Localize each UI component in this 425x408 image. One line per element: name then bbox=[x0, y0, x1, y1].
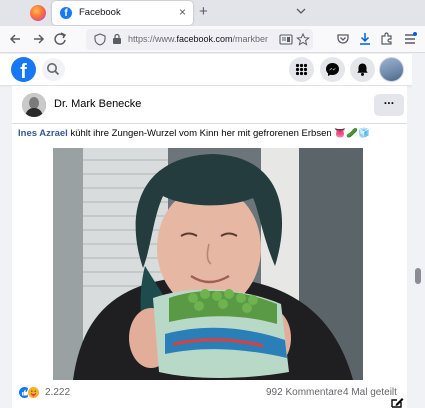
new-message-icon[interactable] bbox=[388, 396, 407, 408]
lock-icon[interactable] bbox=[112, 33, 122, 45]
post-author-row: Dr. Mark Benecke ··· bbox=[12, 86, 407, 124]
profile-avatar[interactable] bbox=[379, 57, 404, 82]
page-scrollbar[interactable] bbox=[412, 54, 425, 408]
pocket-icon[interactable] bbox=[334, 30, 352, 48]
reaction-count[interactable]: 2.222 bbox=[45, 387, 70, 398]
facebook-logo[interactable]: f bbox=[11, 57, 36, 82]
new-tab-button[interactable]: + bbox=[199, 3, 208, 21]
menu-grid-button[interactable] bbox=[289, 57, 314, 82]
facebook-favicon-icon: f bbox=[60, 7, 72, 19]
tab-facebook[interactable]: f Facebook × bbox=[52, 1, 193, 25]
caption-mention-link[interactable]: Ines Azrael bbox=[18, 128, 68, 139]
caption-text: kühlt ihre Zungen-Wurzel vom Kinn her mi… bbox=[67, 128, 335, 139]
messenger-button[interactable] bbox=[320, 57, 345, 82]
list-all-tabs-icon[interactable] bbox=[296, 6, 306, 16]
url-text[interactable]: https://www.facebook.com/markbenecke bbox=[128, 34, 268, 44]
reload-icon[interactable] bbox=[51, 30, 69, 48]
bookmark-star-icon[interactable] bbox=[296, 33, 310, 46]
address-bar[interactable]: https://www.facebook.com/markbenecke bbox=[86, 29, 313, 50]
shield-icon[interactable] bbox=[94, 33, 106, 46]
browser-navigation-bar: https://www.facebook.com/markbenecke bbox=[0, 26, 425, 53]
browser-tab-strip: f Facebook × + bbox=[0, 0, 425, 26]
comments-count-link[interactable]: 992 Kommentare bbox=[266, 387, 343, 398]
firefox-icon[interactable] bbox=[30, 5, 46, 21]
download-icon[interactable] bbox=[356, 30, 374, 48]
post-more-options-button[interactable]: ··· bbox=[374, 94, 404, 116]
facebook-header: f bbox=[0, 54, 412, 85]
post-card: Dr. Mark Benecke ··· Ines Azrael kühlt i… bbox=[12, 86, 407, 408]
divider bbox=[12, 123, 407, 124]
care-reaction-icon bbox=[27, 386, 40, 399]
search-button[interactable] bbox=[42, 58, 65, 81]
apps-grid-icon bbox=[295, 63, 308, 76]
tab-close-icon[interactable]: × bbox=[179, 5, 186, 19]
tab-title: Facebook bbox=[79, 7, 121, 18]
notifications-bell-icon bbox=[357, 63, 368, 76]
post-photo[interactable] bbox=[53, 148, 363, 380]
extensions-icon[interactable] bbox=[378, 30, 396, 48]
caption-emoji: 👅🥒🧊 bbox=[334, 128, 370, 139]
post-caption: Ines Azrael kühlt ihre Zungen-Wurzel vom… bbox=[18, 128, 370, 139]
post-author-name[interactable]: Dr. Mark Benecke bbox=[54, 98, 141, 110]
menu-icon[interactable] bbox=[401, 30, 419, 48]
author-avatar[interactable] bbox=[22, 93, 46, 117]
forward-icon[interactable] bbox=[29, 30, 47, 48]
messenger-icon bbox=[326, 63, 339, 76]
notifications-button[interactable] bbox=[350, 57, 375, 82]
scrollbar-thumb[interactable] bbox=[415, 268, 421, 284]
reader-icon[interactable] bbox=[279, 33, 293, 46]
back-icon[interactable] bbox=[7, 30, 25, 48]
search-icon bbox=[47, 63, 60, 76]
